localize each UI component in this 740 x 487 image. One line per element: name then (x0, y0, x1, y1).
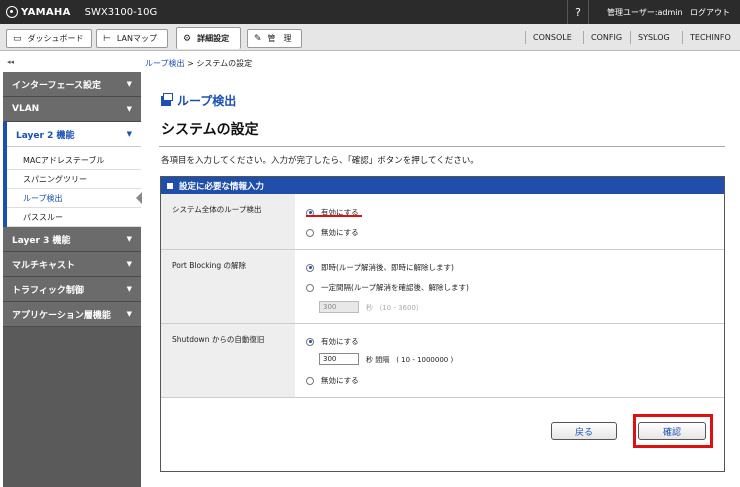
yamaha-logo: YAMAHA (6, 6, 71, 18)
tab-admin-label: 管 理 (267, 34, 292, 43)
loop-detect-disable-radio[interactable] (306, 228, 314, 237)
brand-name: YAMAHA (21, 6, 71, 18)
loop-detect-disable-option[interactable]: 無効にする (306, 227, 359, 238)
shutdown-enable-option[interactable]: 有効にする (306, 336, 359, 347)
loop-detect-label: システム全体のループ検出 (161, 194, 295, 249)
sidebar-item-label: VLAN (12, 104, 40, 114)
sidebar-subitem-mac-table[interactable]: MACアドレステーブル (7, 151, 141, 170)
tab-lanmap-label: LANマップ (116, 34, 157, 43)
row-loop-detect: システム全体のループ検出 有効にする 無効にする (161, 194, 724, 250)
yamaha-logo-icon (6, 6, 18, 18)
sidebar-item-interface[interactable]: インターフェース設定 ▼ (3, 72, 141, 97)
sidebar-item-layer2[interactable]: Layer 2 機能 ▼ (7, 122, 141, 147)
tab-dashboard[interactable]: ▭ ダッシュボード (6, 29, 92, 48)
breadcrumb-parent-link[interactable]: ループ検出 (145, 59, 185, 68)
model-name: SWX3100-10G (84, 6, 158, 18)
sidebar-item-traffic[interactable]: トラフィック制御 ▼ (3, 277, 141, 302)
user-label: 管理ユーザー:admin (607, 8, 683, 17)
highlight-underline (306, 215, 362, 217)
sidebar-item-application[interactable]: アプリケーション層機能 ▼ (3, 302, 141, 327)
sidebar-item-multicast[interactable]: マルチキャスト ▼ (3, 252, 141, 277)
shutdown-recovery-options: 有効にする 300 秒 間隔 ( 10 - 1000000 ) 無効にする (295, 324, 724, 397)
loop-detect-disable-label: 無効にする (321, 228, 359, 237)
breadcrumb-separator: > (184, 59, 197, 68)
tab-bar: ▭ ダッシュボード ⊢ LANマップ ⚙ 詳細設定 ✎ 管 理 CONSOLE … (0, 24, 740, 51)
collapse-sidebar-button[interactable]: ◂◂ (7, 58, 14, 66)
port-blocking-immediate-option[interactable]: 即時(ループ解消後、即時に解除します) (306, 262, 454, 273)
page-title: システムの設定 (161, 122, 259, 138)
tab-lanmap[interactable]: ⊢ LANマップ (96, 29, 168, 48)
gear-icon: ⚙ (183, 33, 192, 44)
dashboard-icon: ▭ (13, 33, 22, 44)
main-content: ループ検出 システムの設定 各項目を入力してください。入力が完了したら、「確認」… (145, 72, 740, 487)
section-icon (161, 92, 173, 106)
breadcrumb-current: システムの設定 (196, 59, 253, 68)
chevron-down-icon: ▼ (126, 310, 132, 318)
port-blocking-interval-option[interactable]: 一定間隔(ループ解消を確認後、解除します) (306, 282, 469, 293)
sidebar-item-vlan[interactable]: VLAN ▼ (3, 97, 141, 122)
sidebar-item-label: アプリケーション層機能 (12, 310, 111, 321)
section-title-text: ループ検出 (177, 94, 237, 108)
port-blocking-interval-label: 一定間隔(ループ解消を確認後、解除します) (321, 283, 469, 292)
sidebar-item-label: インターフェース設定 (12, 80, 102, 91)
sidebar-item-label: Layer 3 機能 (12, 235, 71, 246)
back-button[interactable]: 戻る (551, 422, 617, 440)
chevron-down-icon: ▼ (126, 105, 132, 113)
breadcrumb: ループ検出 > システムの設定 (145, 58, 252, 69)
form-header: 設定に必要な情報入力 (161, 177, 724, 194)
confirm-button[interactable]: 確認 (638, 422, 706, 440)
sidebar-subitem-spanning-tree[interactable]: スパニングツリー (7, 170, 141, 189)
chevron-down-icon: ▼ (126, 80, 132, 88)
tab-dashboard-label: ダッシュボード (27, 34, 84, 43)
shutdown-disable-label: 無効にする (321, 376, 359, 385)
shutdown-enable-label: 有効にする (321, 337, 359, 346)
syslog-link[interactable]: SYSLOG (630, 31, 677, 44)
title-bar: YAMAHA SWX3100-10G ? 管理ユーザー:admin ログアウト (0, 0, 740, 24)
wrench-icon: ✎ (254, 33, 262, 44)
shutdown-disable-option[interactable]: 無効にする (306, 375, 359, 386)
tab-advanced-label: 詳細設定 (197, 34, 230, 43)
shutdown-enable-radio[interactable] (306, 337, 314, 346)
sidebar-item-label: トラフィック制御 (12, 285, 84, 296)
config-link[interactable]: CONFIG (583, 31, 629, 44)
shutdown-interval-hint: 秒 間隔 ( 10 - 1000000 ) (366, 356, 454, 364)
tab-admin[interactable]: ✎ 管 理 (247, 29, 302, 48)
sidebar-item-layer3[interactable]: Layer 3 機能 ▼ (3, 227, 141, 252)
port-blocking-interval-hint: 秒 （10 - 3600） (366, 304, 423, 312)
chevron-down-icon: ▼ (126, 285, 132, 293)
lanmap-icon: ⊢ (103, 33, 111, 44)
form-header-icon (167, 182, 173, 189)
port-blocking-options: 即時(ループ解消後、即時に解除します) 一定間隔(ループ解消を確認後、解除します… (295, 250, 724, 323)
techinfo-link[interactable]: TECHINFO (682, 31, 738, 44)
row-port-blocking: Port Blocking の解除 即時(ループ解消後、即時に解除します) 一定… (161, 250, 724, 324)
sidebar-item-label: Layer 2 機能 (16, 130, 75, 141)
port-blocking-interval-radio[interactable] (306, 283, 314, 292)
sidebar-subitem-passthrough[interactable]: パススルー (7, 208, 141, 227)
section-title: ループ検出 (161, 92, 236, 109)
loop-detect-options: 有効にする 無効にする (295, 194, 724, 249)
port-blocking-interval-input[interactable]: 300 (319, 301, 359, 313)
logout-link[interactable]: ログアウト (690, 7, 730, 18)
sidebar-item-label: マルチキャスト (12, 260, 76, 271)
chevron-down-icon: ▼ (126, 235, 132, 243)
sidebar: インターフェース設定 ▼ VLAN ▼ Layer 2 機能 ▼ MACアドレス… (3, 72, 142, 487)
form-header-title: 設定に必要な情報入力 (179, 181, 265, 192)
title-divider (159, 146, 725, 147)
row-shutdown-recovery: Shutdown からの自動復旧 有効にする 300 秒 間隔 ( 10 - 1… (161, 324, 724, 398)
shutdown-interval-input[interactable]: 300 (319, 353, 359, 365)
help-button[interactable]: ? (567, 0, 589, 24)
chevron-down-icon: ▼ (126, 130, 132, 138)
sidebar-subitem-loop-detect[interactable]: ループ検出 (7, 189, 142, 208)
console-link[interactable]: CONSOLE (525, 31, 579, 44)
chevron-down-icon: ▼ (126, 260, 132, 268)
port-blocking-immediate-label: 即時(ループ解消後、即時に解除します) (321, 263, 454, 272)
shutdown-disable-radio[interactable] (306, 376, 314, 385)
instruction-text: 各項目を入力してください。入力が完了したら、「確認」ボタンを押してください。 (161, 156, 479, 166)
port-blocking-immediate-radio[interactable] (306, 263, 314, 272)
sidebar-layer2-group: Layer 2 機能 ▼ MACアドレステーブル スパニングツリー ループ検出 … (3, 122, 142, 227)
port-blocking-label: Port Blocking の解除 (161, 250, 295, 323)
tab-advanced[interactable]: ⚙ 詳細設定 (176, 27, 241, 49)
shutdown-recovery-label: Shutdown からの自動復旧 (161, 324, 295, 397)
